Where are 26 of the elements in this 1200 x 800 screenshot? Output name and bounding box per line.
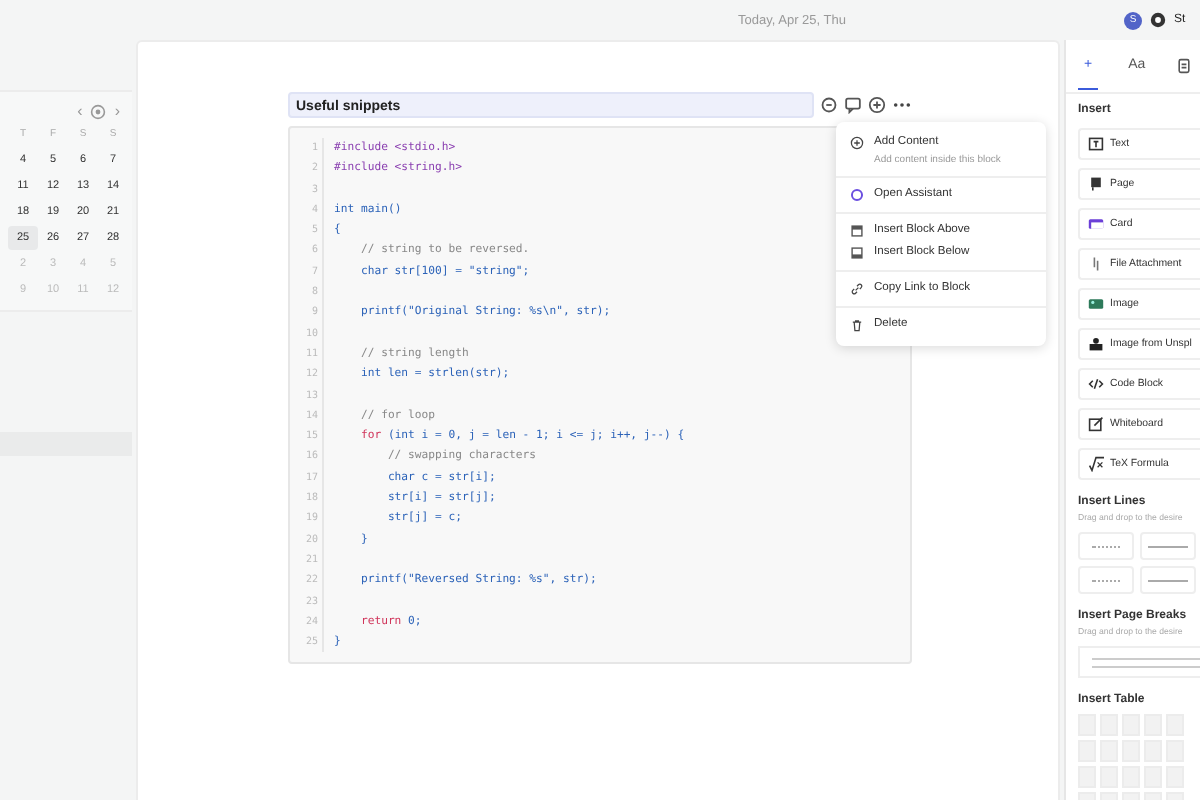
page-icon <box>1088 176 1104 192</box>
chat-icon[interactable] <box>844 96 862 114</box>
insert-below-icon <box>850 246 864 260</box>
line-option[interactable] <box>1140 566 1196 594</box>
upload-icon <box>1088 336 1104 352</box>
add-icon[interactable] <box>868 96 886 114</box>
solid-line-option[interactable] <box>1140 532 1196 560</box>
card-icon <box>1088 216 1104 232</box>
insert-above-icon <box>850 224 864 238</box>
code-icon <box>1088 376 1104 392</box>
image-icon <box>1088 296 1104 312</box>
page-break-option[interactable] <box>1078 646 1200 678</box>
formula-icon <box>1088 456 1104 472</box>
document-icon[interactable] <box>1175 58 1192 74</box>
trash-icon <box>850 318 864 332</box>
whiteboard-icon <box>1088 416 1104 432</box>
today-icon[interactable] <box>90 104 107 120</box>
ring-icon <box>850 188 864 202</box>
file-icon <box>1088 256 1104 272</box>
link-icon <box>850 282 864 296</box>
add-icon <box>850 136 864 150</box>
status-icon[interactable] <box>1150 12 1166 28</box>
dotted-line-option[interactable] <box>1078 532 1134 560</box>
line-option[interactable] <box>1078 566 1134 594</box>
comment-icon[interactable] <box>820 96 838 114</box>
text-icon <box>1088 136 1104 152</box>
